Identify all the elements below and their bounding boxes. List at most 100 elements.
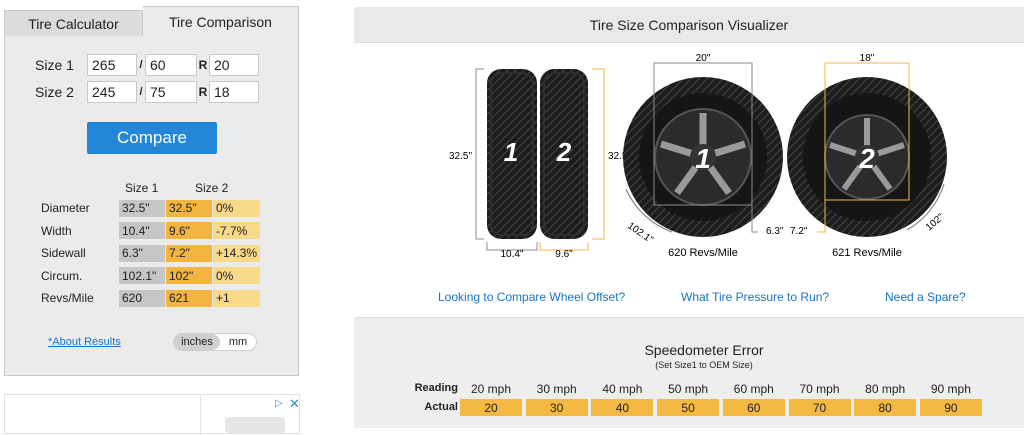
- speedo-reading: 60 mph: [733, 382, 774, 396]
- result-size1: 620: [119, 289, 165, 307]
- visualizer-panel: Tire Size Comparison Visualizer 1 2 32.5…: [354, 7, 1024, 428]
- ad-choices-icon[interactable]: ▷: [275, 398, 283, 409]
- size2-label: Size 2: [35, 84, 74, 100]
- tab-tire-comparison[interactable]: Tire Comparison: [143, 6, 299, 37]
- speedo-reading: 80 mph: [865, 382, 906, 396]
- rim-separator: R: [198, 85, 208, 99]
- result-label: Diameter: [41, 201, 90, 215]
- tire2-side-label: 2: [556, 137, 572, 167]
- width1-label: 10.4": [500, 249, 523, 260]
- size2-row: Size 2 245 / 75 R 18: [35, 81, 259, 103]
- height1-label: 32.5": [449, 151, 472, 162]
- reading-label: Reading: [414, 382, 458, 394]
- results-row: Revs/Mile 620 621 +1: [41, 289, 261, 307]
- visualizer-title: Tire Size Comparison Visualizer: [354, 7, 1024, 43]
- result-size1: 10.4": [119, 222, 165, 239]
- rim1-label: 20": [696, 53, 711, 64]
- unit-inches-option[interactable]: inches: [174, 334, 220, 350]
- results-head-size1: Size 1: [125, 181, 159, 195]
- tire1-front-label: 1: [695, 143, 711, 174]
- speedo-actual: 20: [460, 399, 522, 416]
- circ1-label: 102.1": [625, 220, 655, 246]
- unit-toggle[interactable]: inches mm: [173, 333, 257, 351]
- speedo-reading: 50 mph: [668, 382, 709, 396]
- width2-label: 9.6": [555, 249, 573, 260]
- result-size1: 102.1": [119, 267, 165, 284]
- results-row: Circum. 102.1" 102" 0%: [41, 267, 261, 285]
- result-size1: 6.3": [119, 244, 165, 262]
- ad-divider: [200, 395, 201, 435]
- speedo-reading: 70 mph: [799, 382, 840, 396]
- revs1-label: 620 Revs/Mile: [668, 247, 738, 259]
- slash-separator: /: [139, 59, 143, 71]
- result-size1: 32.5": [119, 199, 165, 217]
- result-diff: -7.7%: [213, 222, 260, 239]
- speedo-actual: 90: [919, 399, 982, 416]
- speedo-subtitle: (Set Size1 to OEM Size): [655, 360, 753, 370]
- speedo-actual: 50: [657, 399, 720, 416]
- size1-rim-input[interactable]: 20: [209, 54, 259, 76]
- tire-visualization: 1 2 32.5" 32.5" 10.4" 9.6" 1 20" 6.3" 10…: [449, 53, 947, 260]
- speedo-actual: 40: [591, 399, 654, 416]
- speedo-actual: 70: [788, 399, 851, 416]
- need-spare-link[interactable]: Need a Spare?: [885, 290, 966, 304]
- sidewall2-label: 7.2": [790, 226, 808, 237]
- size1-width-input[interactable]: 265: [87, 54, 137, 76]
- result-label: Revs/Mile: [41, 291, 94, 305]
- result-size2: 9.6": [166, 222, 212, 239]
- results-row: Diameter 32.5" 32.5" 0%: [41, 199, 261, 217]
- ad-close-icon[interactable]: ✕: [289, 396, 300, 412]
- ad-thumbnail[interactable]: [225, 417, 285, 433]
- about-results-link[interactable]: *About Results: [48, 336, 121, 348]
- speedometer-error-section: Speedometer Error (Set Size1 to OEM Size…: [354, 317, 1024, 428]
- tab-tire-calculator[interactable]: Tire Calculator: [4, 10, 143, 36]
- revs2-label: 621 Revs/Mile: [832, 247, 902, 259]
- tire2-front-label: 2: [858, 143, 875, 174]
- size1-row: Size 1 265 / 60 R 20: [35, 54, 259, 76]
- size2-aspect-input[interactable]: 75: [145, 81, 197, 103]
- result-diff: 0%: [213, 199, 260, 217]
- result-label: Width: [41, 223, 72, 238]
- result-label: Sidewall: [41, 246, 86, 260]
- comparison-form: Size 1 265 / 60 R 20 Size 2 245 / 75 R 1…: [4, 36, 299, 376]
- results-row: Sidewall 6.3" 7.2" +14.3%: [41, 244, 261, 262]
- size1-label: Size 1: [35, 57, 74, 73]
- slash-separator: /: [139, 86, 143, 98]
- tab-bar: Tire Calculator Tire Comparison: [4, 6, 299, 37]
- size2-rim-input[interactable]: 18: [209, 81, 259, 103]
- actual-label: Actual: [424, 401, 458, 413]
- height1-guide: [475, 68, 484, 240]
- results-row: Width 10.4" 9.6" -7.7%: [41, 222, 261, 240]
- sidewall1-label: 6.3": [766, 226, 784, 237]
- result-size2: 621: [166, 289, 212, 307]
- speedo-reading: 20 mph: [470, 382, 512, 396]
- speedo-actual: 60: [722, 399, 785, 416]
- speedo-title: Speedometer Error: [644, 342, 764, 358]
- tire-calculator-panel: Tire Calculator Tire Comparison Size 1 2…: [4, 6, 299, 376]
- result-size2: 102": [166, 267, 212, 284]
- rim-separator: R: [198, 58, 208, 72]
- speedo-reading: 30 mph: [536, 382, 577, 396]
- result-label: Circum.: [41, 268, 83, 283]
- result-size2: 7.2": [166, 244, 212, 262]
- advertisement[interactable]: ▷ ✕: [4, 394, 300, 435]
- unit-mm-option[interactable]: mm: [220, 336, 256, 348]
- speedo-reading: 40 mph: [602, 382, 643, 396]
- results-head-size2: Size 2: [195, 181, 229, 195]
- size2-width-input[interactable]: 245: [87, 81, 137, 103]
- tire-pressure-link[interactable]: What Tire Pressure to Run?: [681, 290, 829, 304]
- result-size2: 32.5": [166, 199, 212, 217]
- speedo-reading: 90 mph: [930, 382, 971, 396]
- result-diff: +14.3%: [213, 244, 260, 262]
- speedo-actual: 80: [854, 399, 917, 416]
- rim2-label: 18": [860, 53, 875, 64]
- circ2-label: 102": [924, 212, 947, 234]
- tire1-side-label: 1: [504, 137, 518, 167]
- compare-button[interactable]: Compare: [87, 122, 217, 154]
- result-diff: +1: [213, 289, 260, 307]
- result-diff: 0%: [213, 267, 260, 284]
- size1-aspect-input[interactable]: 60: [145, 54, 197, 76]
- height2-guide: [592, 68, 605, 240]
- wheel-offset-link[interactable]: Looking to Compare Wheel Offset?: [438, 290, 625, 304]
- speedo-actual: 30: [525, 399, 588, 416]
